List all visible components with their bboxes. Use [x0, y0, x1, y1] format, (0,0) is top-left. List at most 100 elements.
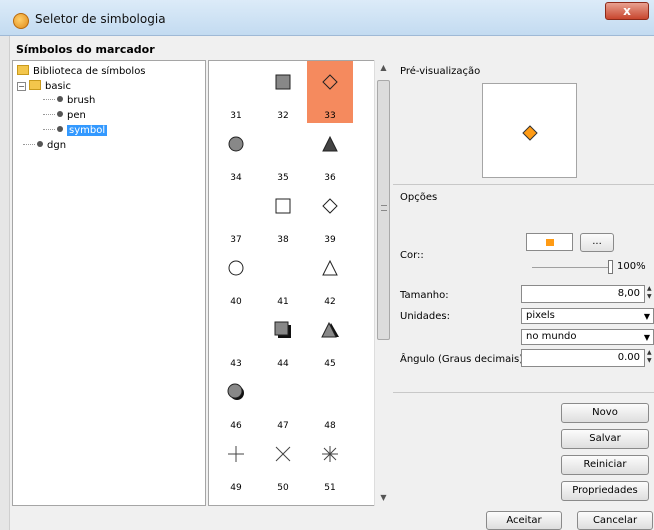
tree-connector [43, 129, 55, 130]
symbol-cell-46[interactable]: 46 [213, 371, 259, 433]
size-input[interactable]: 8,00 [521, 285, 645, 303]
square-shadow-icon [260, 315, 306, 345]
tree-node-dgn-label: dgn [47, 140, 67, 151]
symbol-number: 50 [277, 483, 289, 493]
triangle-filled-icon [307, 129, 353, 159]
symbol-cell-45[interactable]: 45 [307, 309, 353, 371]
color-label: Cor:: [400, 250, 424, 261]
units-scope-select[interactable]: no mundo ▼ [521, 329, 654, 345]
options-panel: Pré-visualização Opções Cor:: ... 100% T… [393, 60, 654, 506]
color-more-button[interactable]: ... [580, 233, 614, 252]
symbol-cell-50[interactable]: 50 [260, 433, 306, 495]
units-select-value: pixels [526, 310, 555, 321]
symbol-number: 41 [277, 297, 289, 307]
angle-label: Ângulo (Graus decimais): [400, 354, 527, 365]
symbol-number: 51 [324, 483, 336, 493]
symbol-cell-33[interactable]: 33 [307, 61, 353, 123]
scroll-thumb[interactable] [377, 80, 390, 340]
symbol-cell-49[interactable]: 49 [213, 433, 259, 495]
tree-connector [43, 99, 55, 100]
symbol-cell-42[interactable]: 42 [307, 247, 353, 309]
symbol-cell-47[interactable]: 47 [260, 371, 306, 433]
symbol-number: 46 [230, 421, 242, 431]
collapse-icon[interactable]: − [17, 82, 26, 91]
diamond-outline-icon [307, 67, 353, 97]
leaf-icon [57, 96, 63, 102]
symbol-cell-34[interactable]: 34 [213, 123, 259, 185]
symbol-cell-44[interactable]: 44 [260, 309, 306, 371]
opacity-slider-track[interactable] [532, 267, 611, 268]
tree-node-brush[interactable]: brush [43, 95, 95, 107]
symbol-number: 36 [324, 173, 336, 183]
tree-node-basic[interactable]: − basic [17, 80, 71, 93]
asterisk-icon [307, 439, 353, 469]
symbol-number: 37 [230, 235, 242, 245]
close-button[interactable]: x [605, 2, 649, 20]
title-bar: Seletor de simbologia x [0, 0, 654, 36]
symbol-cell-32[interactable]: 32 [260, 61, 306, 123]
tree-root[interactable]: Biblioteca de símbolos [17, 65, 146, 78]
empty-icon [213, 67, 259, 97]
plus-icon [213, 439, 259, 469]
tree-node-dgn[interactable]: dgn [23, 140, 66, 152]
symbol-library-tree[interactable]: Biblioteca de símbolos − basic brush pen … [12, 60, 206, 506]
leaf-icon [57, 126, 63, 132]
diamond-outline-icon [307, 191, 353, 221]
angle-input[interactable]: 0.00 [521, 349, 645, 367]
cancelar-button[interactable]: Cancelar [577, 511, 653, 530]
symbol-number: 48 [324, 421, 336, 431]
chevron-down-icon: ▼ [643, 333, 650, 342]
symbol-cell-41[interactable]: 41 [260, 247, 306, 309]
scroll-down-icon[interactable]: ▼ [375, 490, 392, 506]
tree-node-pen-label: pen [67, 110, 86, 121]
scroll-up-icon[interactable]: ▲ [375, 60, 392, 76]
tree-node-symbol[interactable]: symbol [43, 125, 108, 137]
grip-icon [381, 205, 387, 211]
symbol-cell-39[interactable]: 39 [307, 185, 353, 247]
symbol-cell-43[interactable]: 43 [213, 309, 259, 371]
square-filled-icon [260, 67, 306, 97]
tree-node-pen[interactable]: pen [43, 110, 86, 122]
grid-scrollbar[interactable]: ▲ ▼ [374, 60, 391, 506]
units-select[interactable]: pixels ▼ [521, 308, 654, 324]
opacity-slider-thumb[interactable] [608, 260, 613, 274]
circle-shadow-icon [213, 377, 259, 407]
tree-node-symbol-label: symbol [67, 125, 108, 136]
symbol-number: 49 [230, 483, 242, 493]
tree-node-brush-label: brush [67, 95, 96, 106]
color-picker[interactable] [526, 233, 573, 251]
triangle-shadow-icon [307, 315, 353, 345]
symbol-cell-35[interactable]: 35 [260, 123, 306, 185]
divider [393, 392, 654, 393]
salvar-button[interactable]: Salvar [561, 429, 649, 449]
symbol-cell-51[interactable]: 51 [307, 433, 353, 495]
symbol-grid[interactable]: 31 32 33 34 35 36 37 38 39 40 41 42 43 44 45 46 47 48 49 50… [208, 60, 391, 506]
symbol-cell-38[interactable]: 38 [260, 185, 306, 247]
leaf-icon [37, 141, 43, 147]
symbol-number: 32 [277, 111, 289, 121]
tree-connector [43, 114, 55, 115]
app-icon [13, 13, 29, 29]
symbol-number: 39 [324, 235, 336, 245]
symbol-number: 33 [324, 111, 336, 121]
size-spinner-icon[interactable]: ▲ ▼ [647, 285, 653, 303]
novo-button[interactable]: Novo [561, 403, 649, 423]
symbol-number: 42 [324, 297, 336, 307]
angle-spinner-icon[interactable]: ▲ ▼ [647, 349, 653, 367]
symbol-cell-31[interactable]: 31 [213, 61, 259, 123]
propriedades-button[interactable]: Propriedades [561, 481, 649, 501]
aceitar-button[interactable]: Aceitar [486, 511, 562, 530]
symbol-cell-40[interactable]: 40 [213, 247, 259, 309]
opacity-value: 100% [617, 261, 646, 272]
reiniciar-button[interactable]: Reiniciar [561, 455, 649, 475]
symbol-cell-37[interactable]: 37 [213, 185, 259, 247]
symbol-number: 44 [277, 359, 289, 369]
empty-icon [260, 377, 306, 407]
options-label: Opções [400, 192, 438, 203]
tree-node-basic-label: basic [45, 81, 71, 92]
leaf-icon [57, 111, 63, 117]
window-title: Seletor de simbologia [35, 12, 166, 26]
symbol-cell-36[interactable]: 36 [307, 123, 353, 185]
empty-icon [213, 191, 259, 221]
symbol-cell-48[interactable]: 48 [307, 371, 353, 433]
